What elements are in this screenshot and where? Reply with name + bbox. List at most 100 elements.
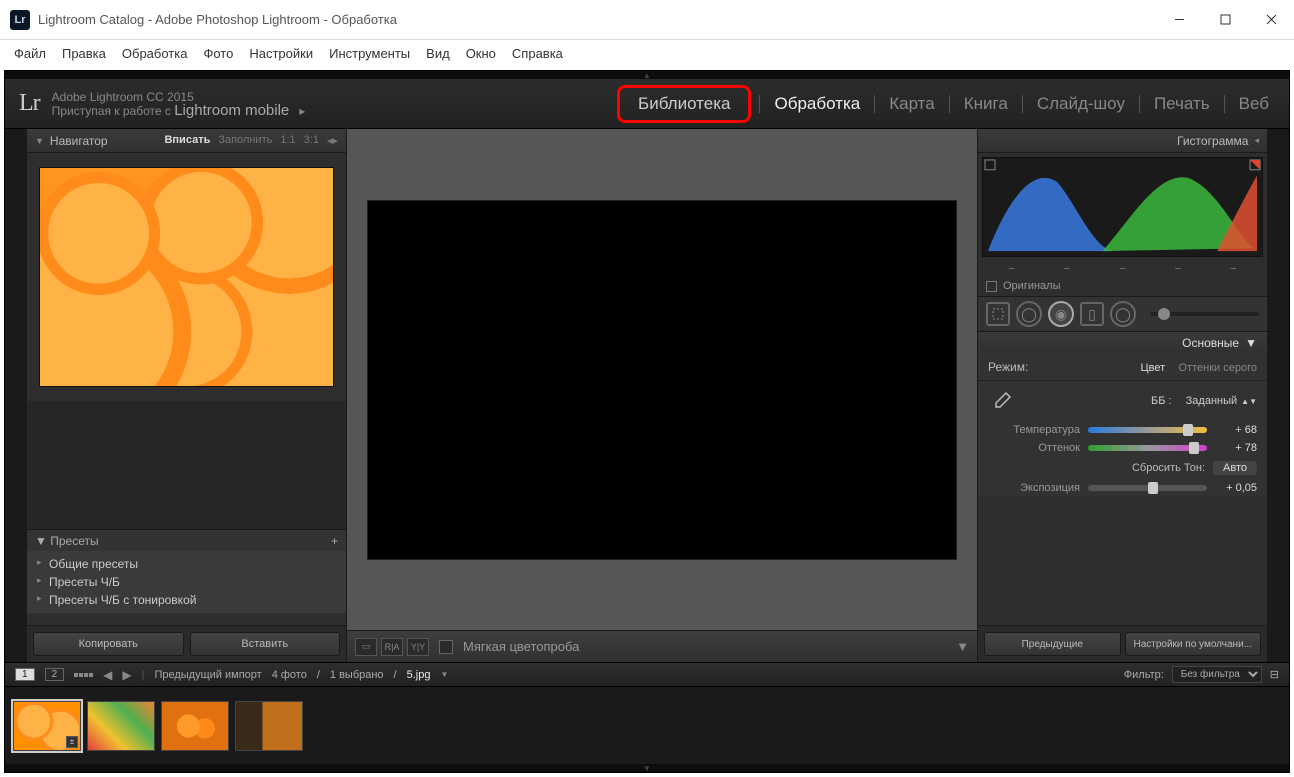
- breadcrumb-dropdown-icon[interactable]: ▼: [440, 670, 448, 679]
- main-image[interactable]: [367, 200, 957, 560]
- filmstrip-thumb[interactable]: ±: [13, 701, 81, 751]
- preset-folder[interactable]: Общие пресеты: [27, 555, 346, 573]
- module-library[interactable]: Библиотека: [617, 85, 751, 123]
- next-photo-icon[interactable]: ▶: [122, 668, 131, 682]
- menu-view[interactable]: Вид: [418, 44, 458, 63]
- left-panel: ▼ Навигатор Вписать Заполнить 1:1 3:1 ◂▸: [27, 129, 347, 662]
- left-edge-toggle[interactable]: [5, 129, 27, 662]
- module-print[interactable]: Печать: [1148, 90, 1216, 118]
- tool-strip: ◯ ◉ ▯ ◯: [978, 296, 1267, 332]
- redeye-tool-icon[interactable]: ◉: [1048, 301, 1074, 327]
- menu-help[interactable]: Справка: [504, 44, 571, 63]
- menu-file[interactable]: Файл: [6, 44, 54, 63]
- prev-photo-icon[interactable]: ◀: [103, 668, 112, 682]
- histogram-header[interactable]: Гистограмма ◂: [978, 129, 1267, 153]
- reset-tone-label: Сбросить Тон:: [1132, 462, 1205, 474]
- collapse-icon: ▼: [35, 534, 47, 548]
- nav-fill[interactable]: Заполнить: [218, 134, 272, 147]
- minimize-button[interactable]: [1156, 0, 1202, 40]
- filename: 5.jpg: [407, 669, 431, 681]
- eyedropper-icon[interactable]: [988, 387, 1016, 415]
- menu-edit[interactable]: Правка: [54, 44, 114, 63]
- close-button[interactable]: [1248, 0, 1294, 40]
- right-panel: Гистограмма ◂ ––––– Ориги: [977, 129, 1267, 662]
- center-area: ▭ R|A Y|Y Мягкая цветопроба ▼: [347, 129, 977, 662]
- develop-badge-icon: ±: [66, 736, 78, 748]
- preset-folder[interactable]: Пресеты Ч/Б с тонировкой: [27, 591, 346, 609]
- reset-defaults-button[interactable]: Настройки по умолчани...: [1125, 632, 1262, 656]
- treatment-bw[interactable]: Оттенки серого: [1179, 362, 1257, 374]
- module-book[interactable]: Книга: [958, 90, 1014, 118]
- app-logo: Lr: [19, 90, 40, 117]
- nav-3to1[interactable]: 3:1: [304, 134, 319, 147]
- dropdown-icon[interactable]: ▲▼: [1241, 397, 1257, 406]
- menu-develop[interactable]: Обработка: [114, 44, 196, 63]
- titlebar: Lr Lightroom Catalog - Adobe Photoshop L…: [0, 0, 1294, 40]
- right-edge-toggle[interactable]: [1267, 129, 1289, 662]
- copy-button[interactable]: Копировать: [33, 632, 184, 656]
- filmstrip-thumb[interactable]: [87, 701, 155, 751]
- bottom-panel-toggle[interactable]: ▼: [5, 764, 1289, 772]
- nav-1to1[interactable]: 1:1: [280, 134, 295, 147]
- temp-slider[interactable]: [1088, 427, 1207, 433]
- brush-size-slider[interactable]: [1150, 312, 1259, 316]
- presets-header[interactable]: ▼ Пресеты +: [27, 529, 346, 551]
- app-icon: Lr: [10, 10, 30, 30]
- filmstrip-bar: 1 2 ◀ ▶ | Предыдущий импорт 4 фото / 1 в…: [5, 662, 1289, 686]
- wb-dropdown[interactable]: Заданный: [1186, 395, 1238, 407]
- mobile-prompt[interactable]: Приступая к работе с Lightroom mobile ▸: [52, 104, 306, 118]
- module-map[interactable]: Карта: [883, 90, 941, 118]
- treatment-color[interactable]: Цвет: [1141, 362, 1166, 374]
- histogram[interactable]: [982, 157, 1263, 257]
- navigator-preview[interactable]: [39, 167, 334, 387]
- breadcrumb[interactable]: Предыдущий импорт: [154, 669, 261, 681]
- tint-slider[interactable]: [1088, 445, 1207, 451]
- temp-label: Температура: [988, 424, 1080, 436]
- originals-checkbox[interactable]: [986, 281, 997, 292]
- module-develop[interactable]: Обработка: [768, 90, 866, 118]
- navigator-header[interactable]: ▼ Навигатор Вписать Заполнить 1:1 3:1 ◂▸: [27, 129, 346, 153]
- histogram-labels: –––––: [978, 261, 1267, 276]
- filmstrip-thumb[interactable]: [161, 701, 229, 751]
- filmstrip-thumb[interactable]: [235, 701, 303, 751]
- spot-removal-icon[interactable]: ◯: [1016, 301, 1042, 327]
- module-web[interactable]: Веб: [1233, 90, 1275, 118]
- basic-panel-header[interactable]: Основные ▼: [978, 332, 1267, 354]
- temp-value: + 68: [1215, 424, 1257, 436]
- top-panel-toggle[interactable]: ▲: [5, 71, 1289, 79]
- loupe-view-icon[interactable]: ▭: [355, 638, 377, 656]
- nav-zoom-dropdown-icon[interactable]: ◂▸: [327, 134, 338, 147]
- nav-fit[interactable]: Вписать: [164, 134, 210, 147]
- preview-image: [40, 168, 333, 386]
- menu-settings[interactable]: Настройки: [241, 44, 321, 63]
- before-after-tb-icon[interactable]: Y|Y: [407, 638, 429, 656]
- exposure-value: + 0,05: [1215, 482, 1257, 494]
- auto-button[interactable]: Авто: [1213, 461, 1257, 475]
- menu-window[interactable]: Окно: [458, 44, 504, 63]
- paste-button[interactable]: Вставить: [190, 632, 341, 656]
- filter-dropdown[interactable]: Без фильтра: [1172, 666, 1262, 683]
- add-preset-icon[interactable]: +: [331, 534, 338, 548]
- before-after-lr-icon[interactable]: R|A: [381, 638, 403, 656]
- grid-view-icon[interactable]: [74, 673, 93, 677]
- collapse-icon: ▼: [35, 136, 44, 146]
- screen-1-button[interactable]: 1: [15, 668, 35, 681]
- maximize-button[interactable]: [1202, 0, 1248, 40]
- previous-button[interactable]: Предыдущие: [984, 632, 1121, 656]
- toolbar-expand-icon[interactable]: ▼: [956, 639, 969, 654]
- mobile-arrow-icon: ▸: [299, 104, 305, 118]
- originals-row[interactable]: Оригиналы: [978, 276, 1267, 296]
- filter-lock-icon[interactable]: ⊟: [1270, 668, 1279, 681]
- soft-proof-checkbox[interactable]: [439, 640, 453, 654]
- menu-tools[interactable]: Инструменты: [321, 44, 418, 63]
- module-slideshow[interactable]: Слайд-шоу: [1031, 90, 1131, 118]
- crop-tool-icon[interactable]: [986, 302, 1010, 326]
- screen-2-button[interactable]: 2: [45, 668, 65, 681]
- window-title: Lightroom Catalog - Adobe Photoshop Ligh…: [38, 12, 397, 27]
- exposure-slider[interactable]: [1088, 485, 1207, 491]
- graduated-filter-icon[interactable]: ▯: [1080, 302, 1104, 326]
- radial-filter-icon[interactable]: ◯: [1110, 301, 1136, 327]
- tint-label: Оттенок: [988, 442, 1080, 454]
- menu-photo[interactable]: Фото: [195, 44, 241, 63]
- preset-folder[interactable]: Пресеты Ч/Б: [27, 573, 346, 591]
